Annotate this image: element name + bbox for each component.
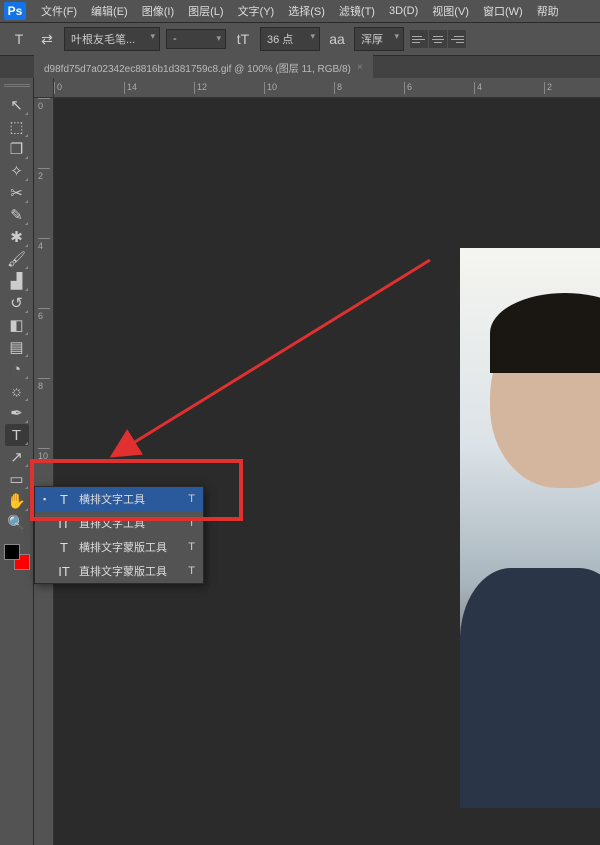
document-tab[interactable]: d98fd75d7a02342ec8816b1d381759c8.gif @ 1…: [34, 55, 373, 79]
workspace: ↖⬚❐✧✂✎✱🖌▟↺◧▤◔☼✒T↗▭✋🔍 0 14 12 10 8 6 4 2 …: [0, 78, 600, 845]
eraser-tool[interactable]: ◧: [5, 314, 29, 336]
color-swatches[interactable]: [4, 544, 30, 570]
font-size-dropdown[interactable]: 36 点: [260, 27, 320, 51]
wand-tool[interactable]: ✧: [5, 160, 29, 182]
antialias-dropdown[interactable]: 浑厚: [354, 27, 404, 51]
menu-layer[interactable]: 图层(L): [181, 3, 230, 19]
ruler-origin[interactable]: [34, 78, 54, 98]
ruler-v-tick: 8: [38, 378, 50, 391]
flyout-indicator: ▪: [43, 494, 49, 504]
type-tool-indicator-icon: T: [8, 28, 30, 50]
marquee-tool[interactable]: ⬚: [5, 116, 29, 138]
flyout-item-label: 横排文字蒙版工具: [79, 539, 180, 555]
align-right-button[interactable]: [448, 30, 466, 48]
flyout-item-icon: IT: [57, 516, 71, 531]
ruler-horizontal[interactable]: 0 14 12 10 8 6 4 2: [54, 78, 600, 98]
flyout-item-icon: T: [57, 492, 71, 507]
ruler-v-tick: 10: [38, 448, 50, 461]
flyout-item-1[interactable]: IT 直排文字工具 T: [35, 511, 203, 535]
menu-type[interactable]: 文字(Y): [231, 3, 282, 19]
ruler-v-tick: 0: [38, 98, 50, 111]
ruler-h-tick: 2: [544, 82, 552, 94]
options-bar: T ⇄ 叶根友毛笔... - tT 36 点 aa 浑厚: [0, 22, 600, 56]
zoom-tool[interactable]: 🔍: [5, 512, 29, 534]
ruler-v-tick: 4: [38, 238, 50, 251]
text-align-group: [410, 30, 466, 48]
flyout-item-shortcut: T: [188, 541, 195, 553]
pen-tool[interactable]: ✒: [5, 402, 29, 424]
flyout-item-0[interactable]: ▪ T 横排文字工具 T: [35, 487, 203, 511]
ruler-h-tick: 14: [124, 82, 137, 94]
ruler-v-tick: 2: [38, 168, 50, 181]
canvas-wrap: 0 14 12 10 8 6 4 2 0 2 4 6 8 10: [34, 78, 600, 845]
font-family-dropdown[interactable]: 叶根友毛笔...: [64, 27, 160, 51]
eyedropper-tool[interactable]: ✎: [5, 204, 29, 226]
ruler-v-tick: 6: [38, 308, 50, 321]
hand-tool[interactable]: ✋: [5, 490, 29, 512]
flyout-item-shortcut: T: [188, 517, 195, 529]
close-icon[interactable]: ×: [357, 62, 363, 73]
flyout-item-label: 横排文字工具: [79, 491, 180, 507]
blur-tool[interactable]: ◔: [5, 358, 29, 380]
brush-tool[interactable]: 🖌: [5, 248, 29, 270]
antialias-icon: aa: [326, 28, 348, 50]
flyout-item-icon: T: [57, 540, 71, 555]
menu-window[interactable]: 窗口(W): [476, 3, 530, 19]
ruler-h-tick: 8: [334, 82, 342, 94]
document-image: [460, 248, 600, 808]
ruler-h-tick: 10: [264, 82, 277, 94]
menu-3d[interactable]: 3D(D): [382, 5, 425, 17]
flyout-item-label: 直排文字蒙版工具: [79, 563, 180, 579]
flyout-item-2[interactable]: T 横排文字蒙版工具 T: [35, 535, 203, 559]
stamp-tool[interactable]: ▟: [5, 270, 29, 292]
app-logo: Ps: [4, 2, 26, 20]
panel-grip[interactable]: [4, 84, 30, 88]
document-title: d98fd75d7a02342ec8816b1d381759c8.gif @ 1…: [44, 60, 351, 75]
ruler-h-tick: 12: [194, 82, 207, 94]
menu-view[interactable]: 视图(V): [425, 3, 476, 19]
menu-file[interactable]: 文件(F): [34, 3, 84, 19]
canvas[interactable]: [54, 98, 600, 845]
menu-edit[interactable]: 编辑(E): [84, 3, 135, 19]
flyout-item-label: 直排文字工具: [79, 515, 180, 531]
menu-select[interactable]: 选择(S): [281, 3, 332, 19]
ruler-h-tick: 0: [54, 82, 62, 94]
font-style-dropdown[interactable]: -: [166, 29, 226, 49]
lasso-tool[interactable]: ❐: [5, 138, 29, 160]
menu-help[interactable]: 帮助: [530, 3, 566, 19]
foreground-color-swatch[interactable]: [4, 544, 20, 560]
orientation-toggle-icon[interactable]: ⇄: [36, 28, 58, 50]
flyout-item-3[interactable]: IT 直排文字蒙版工具 T: [35, 559, 203, 583]
ruler-h-tick: 6: [404, 82, 412, 94]
shape-tool[interactable]: ▭: [5, 468, 29, 490]
ruler-vertical[interactable]: 0 2 4 6 8 10: [34, 98, 54, 845]
menu-image[interactable]: 图像(I): [135, 3, 181, 19]
type-tool-flyout: ▪T横排文字工具TIT直排文字工具TT横排文字蒙版工具TIT直排文字蒙版工具T: [34, 486, 204, 584]
history-tool[interactable]: ↺: [5, 292, 29, 314]
gradient-tool[interactable]: ▤: [5, 336, 29, 358]
move-tool[interactable]: ↖: [5, 94, 29, 116]
size-icon: tT: [232, 28, 254, 50]
menu-bar: Ps 文件(F) 编辑(E) 图像(I) 图层(L) 文字(Y) 选择(S) 滤…: [0, 0, 600, 22]
path-tool[interactable]: ↗: [5, 446, 29, 468]
align-left-button[interactable]: [410, 30, 428, 48]
dodge-tool[interactable]: ☼: [5, 380, 29, 402]
type-tool[interactable]: T: [5, 424, 29, 446]
flyout-item-icon: IT: [57, 564, 71, 579]
tool-panel: ↖⬚❐✧✂✎✱🖌▟↺◧▤◔☼✒T↗▭✋🔍: [0, 78, 34, 845]
flyout-item-shortcut: T: [188, 565, 195, 577]
crop-tool[interactable]: ✂: [5, 182, 29, 204]
align-center-button[interactable]: [429, 30, 447, 48]
menu-filter[interactable]: 滤镜(T): [332, 3, 382, 19]
heal-tool[interactable]: ✱: [5, 226, 29, 248]
flyout-item-shortcut: T: [188, 493, 195, 505]
ruler-h-tick: 4: [474, 82, 482, 94]
document-tab-bar: d98fd75d7a02342ec8816b1d381759c8.gif @ 1…: [0, 56, 600, 78]
